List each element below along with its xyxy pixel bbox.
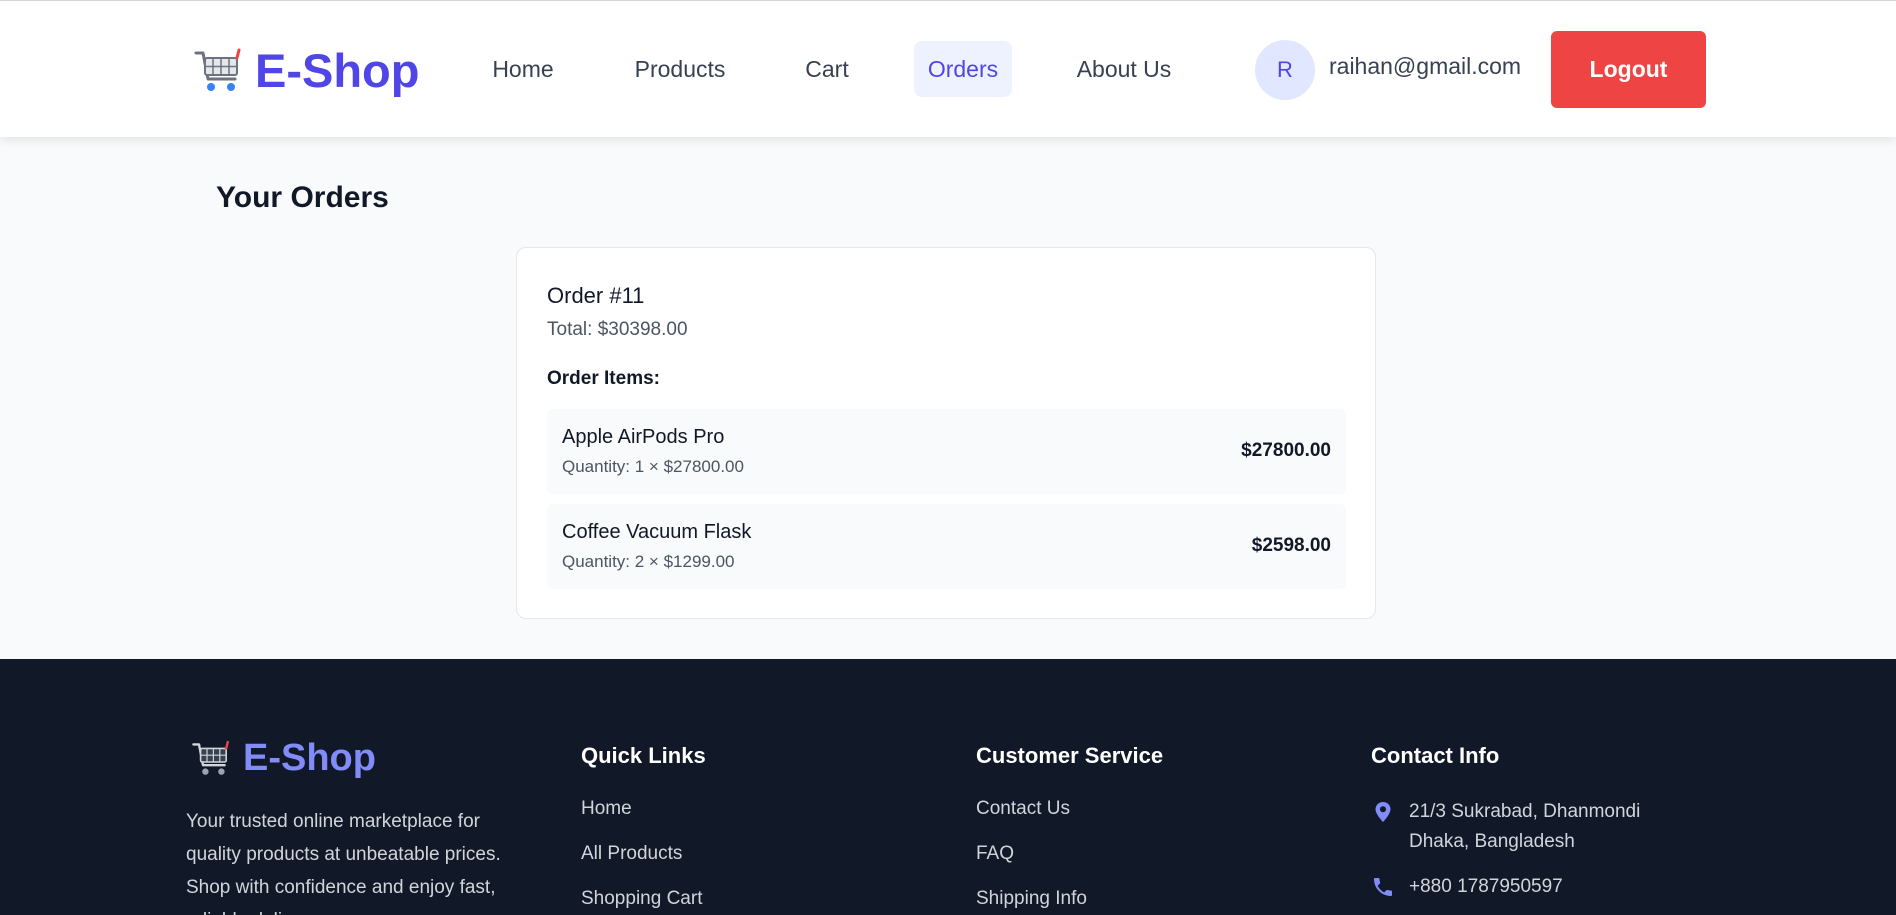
order-items-heading: Order Items: (547, 368, 660, 389)
contact-address: 21/3 Sukrabad, Dhanmondi Dhaka, Banglade… (1371, 797, 1640, 857)
footer-link-contact-us[interactable]: Contact Us (976, 798, 1070, 820)
brand-logo[interactable]: E-Shop (193, 45, 419, 95)
footer-link-faq[interactable]: FAQ (976, 843, 1014, 865)
footer-link-shipping-info[interactable]: Shipping Info (976, 888, 1087, 910)
logout-button[interactable]: Logout (1551, 31, 1706, 108)
order-total: Total: $30398.00 (547, 319, 688, 340)
footer-link-home[interactable]: Home (581, 798, 632, 820)
site-footer: E-Shop Your trusted online marketplace f… (0, 659, 1896, 915)
address-line-2: Dhaka, Bangladesh (1409, 831, 1575, 852)
item-price: $27800.00 (1241, 440, 1331, 461)
contact-info-heading: Contact Info (1371, 743, 1500, 768)
nav-cart[interactable]: Cart (792, 41, 862, 97)
nav-home[interactable]: Home (478, 41, 568, 97)
footer-brand-name: E-Shop (243, 737, 376, 779)
shopping-cart-icon (192, 740, 229, 775)
footer-description: Your trusted online marketplace for qual… (186, 811, 501, 915)
contact-phone: +880 1787950597 (1371, 872, 1563, 902)
item-price: $2598.00 (1251, 535, 1331, 556)
phone-number[interactable]: +880 1787950597 (1409, 872, 1563, 902)
user-email: raihan@gmail.com (1329, 53, 1522, 79)
order-item: Coffee Vacuum Flask Quantity: 2 × $1299.… (547, 504, 1346, 589)
quick-links-heading: Quick Links (581, 743, 706, 768)
address-line-1: 21/3 Sukrabad, Dhanmondi (1409, 801, 1641, 822)
map-pin-icon (1375, 802, 1391, 822)
footer-link-shopping-cart[interactable]: Shopping Cart (581, 888, 702, 910)
item-name: Coffee Vacuum Flask (562, 521, 752, 543)
customer-service-heading: Customer Service (976, 743, 1164, 768)
phone-icon (1374, 878, 1392, 896)
user-avatar[interactable]: R (1255, 40, 1315, 100)
brand-name: E-Shop (255, 43, 420, 97)
nav-about-us[interactable]: About Us (1064, 41, 1184, 97)
footer-brand-logo[interactable]: E-Shop (191, 738, 376, 778)
item-quantity: Quantity: 2 × $1299.00 (562, 552, 735, 571)
order-item: Apple AirPods Pro Quantity: 1 × $27800.0… (547, 409, 1346, 494)
nav-orders[interactable]: Orders (914, 41, 1012, 97)
order-card: Order #11 Total: $30398.00 Order Items: … (516, 247, 1376, 619)
footer-link-all-products[interactable]: All Products (581, 843, 682, 865)
item-quantity: Quantity: 1 × $27800.00 (562, 457, 744, 476)
site-header: E-Shop Home Products Cart Orders About U… (0, 0, 1896, 137)
shopping-cart-icon (194, 48, 241, 91)
nav-products[interactable]: Products (620, 41, 740, 97)
page-title: Your Orders (216, 181, 389, 214)
order-title: Order #11 (547, 283, 645, 308)
item-name: Apple AirPods Pro (562, 426, 725, 448)
